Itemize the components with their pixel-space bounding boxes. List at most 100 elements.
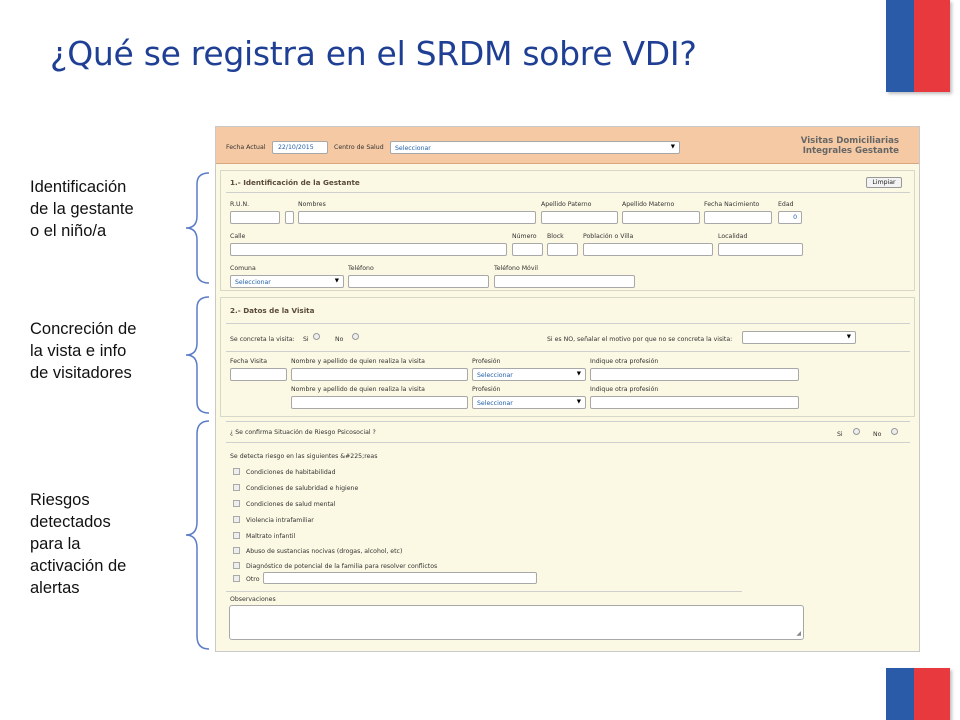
vdi-form: Fecha Actual 22/10/2015 Centro de Salud … xyxy=(215,126,920,652)
telefono-label: Teléfono xyxy=(348,265,374,272)
section2-title: 2.- Datos de la Visita xyxy=(230,306,315,315)
chevron-down-icon: ▼ xyxy=(576,399,581,405)
edad-label: Edad xyxy=(778,201,794,208)
flag-decoration-top xyxy=(886,0,950,92)
motivo-select[interactable]: ▼ xyxy=(742,331,856,344)
edad-input[interactable]: 0 xyxy=(778,211,802,224)
apellido-paterno-label: Apellido Paterno xyxy=(541,201,592,208)
riesgo-otro-input[interactable] xyxy=(263,572,537,584)
confirma-si-label: Si xyxy=(837,431,843,438)
flag-decoration-bottom xyxy=(886,668,950,720)
run-input[interactable] xyxy=(230,211,280,224)
riesgo-maltrato-checkbox[interactable] xyxy=(233,532,240,539)
telefono-input[interactable] xyxy=(348,275,489,288)
block-input[interactable] xyxy=(547,243,578,256)
brace-concrecion xyxy=(183,296,213,414)
form-header: Fecha Actual 22/10/2015 Centro de Salud … xyxy=(216,127,919,164)
nombres-input[interactable] xyxy=(298,211,536,224)
visitador-1-input[interactable] xyxy=(291,368,468,381)
localidad-label: Localidad xyxy=(718,233,748,240)
visitador-2-input[interactable] xyxy=(291,396,468,409)
riesgo-salubridad-label: Condiciones de salubridad e higiene xyxy=(246,485,359,492)
label-identificacion: Identificación de la gestante o el niño/… xyxy=(30,178,134,240)
slide-title: ¿Qué se registra en el SRDM sobre VDI? xyxy=(50,34,697,73)
concreta-no-label: No xyxy=(335,336,344,343)
block-label: Block xyxy=(547,233,564,240)
telefono-movil-label: Teléfono Móvil xyxy=(494,265,538,272)
chevron-down-icon: ▼ xyxy=(846,334,851,340)
motivo-label: Si es NO, señalar el motivo por que no s… xyxy=(547,336,733,343)
section-identificacion xyxy=(220,170,915,291)
chevron-down-icon: ▼ xyxy=(670,144,675,150)
poblacion-label: Población o Villa xyxy=(583,233,634,240)
label-riesgos: Riesgos detectados para la activación de… xyxy=(30,491,127,597)
concreta-visita-label: Se concreta la visita: xyxy=(230,336,295,343)
comuna-select[interactable]: Seleccionar ▼ xyxy=(230,275,344,288)
riesgo-diagnostico-checkbox[interactable] xyxy=(233,562,240,569)
numero-label: Número xyxy=(512,233,537,240)
run-dv-input[interactable] xyxy=(285,211,294,224)
riesgo-otro-label: Otro xyxy=(246,576,260,583)
profesion-1-label: Profesión xyxy=(472,358,501,365)
limpiar-button[interactable]: Limpiar xyxy=(866,177,902,188)
riesgo-otro-checkbox[interactable] xyxy=(233,575,240,582)
riesgo-violencia-checkbox[interactable] xyxy=(233,516,240,523)
centro-salud-select[interactable]: Seleccionar ▼ xyxy=(390,141,680,154)
calle-input[interactable] xyxy=(230,243,507,256)
detecta-riesgo-label: Se detecta riesgo en las siguientes &#22… xyxy=(230,453,378,460)
chevron-down-icon: ▼ xyxy=(576,371,581,377)
apellido-paterno-input[interactable] xyxy=(541,211,618,224)
riesgo-habitabilidad-checkbox[interactable] xyxy=(233,468,240,475)
riesgo-diagnostico-label: Diagnóstico de potencial de la familia p… xyxy=(246,563,438,570)
fecha-actual-input[interactable]: 22/10/2015 xyxy=(272,141,328,154)
riesgo-sustancias-label: Abuso de sustancias nocivas (drogas, alc… xyxy=(246,548,403,555)
riesgo-sustancias-checkbox[interactable] xyxy=(233,547,240,554)
telefono-movil-input[interactable] xyxy=(494,275,635,288)
riesgo-salud-mental-checkbox[interactable] xyxy=(233,500,240,507)
visitador-2-label: Nombre y apellido de quien realiza la vi… xyxy=(291,386,425,393)
riesgo-salud-mental-label: Condiciones de salud mental xyxy=(246,501,336,508)
numero-input[interactable] xyxy=(512,243,543,256)
fecha-nacimiento-input[interactable] xyxy=(704,211,772,224)
chevron-down-icon: ▼ xyxy=(334,278,339,284)
calle-label: Calle xyxy=(230,233,246,240)
otra-profesion-2-input[interactable] xyxy=(590,396,799,409)
confirma-no-radio[interactable] xyxy=(891,428,898,435)
otra-profesion-1-input[interactable] xyxy=(590,368,799,381)
profesion-2-label: Profesión xyxy=(472,386,501,393)
fecha-visita-label: Fecha Visita xyxy=(230,358,268,365)
confirma-si-radio[interactable] xyxy=(853,428,860,435)
nombres-label: Nombres xyxy=(298,201,326,208)
riesgo-maltrato-label: Maltrato infantil xyxy=(246,533,296,540)
visitador-1-label: Nombre y apellido de quien realiza la vi… xyxy=(291,358,425,365)
section1-title: 1.- Identificación de la Gestante xyxy=(230,178,360,187)
concreta-no-radio[interactable] xyxy=(352,333,359,340)
concreta-si-radio[interactable] xyxy=(313,333,320,340)
resize-grip-icon[interactable]: ◢ xyxy=(796,630,801,637)
apellido-materno-input[interactable] xyxy=(622,211,700,224)
localidad-input[interactable] xyxy=(718,243,803,256)
observaciones-textarea[interactable]: ◢ xyxy=(229,605,804,640)
profesion-1-select[interactable]: Seleccionar ▼ xyxy=(472,368,586,381)
brace-identificacion xyxy=(183,172,213,284)
fecha-nacimiento-label: Fecha Nacimiento xyxy=(704,201,760,208)
confirma-no-label: No xyxy=(873,431,882,438)
fecha-visita-input[interactable] xyxy=(230,368,287,381)
run-label: R.U.N. xyxy=(230,201,250,208)
brace-riesgos xyxy=(183,420,213,650)
riesgo-violencia-label: Violencia intrafamiliar xyxy=(246,517,314,524)
label-concrecion: Concreción de la vista e info de visitad… xyxy=(30,320,137,382)
comuna-label: Comuna xyxy=(230,265,256,272)
profesion-2-select[interactable]: Seleccionar ▼ xyxy=(472,396,586,409)
otra-profesion-1-label: Indique otra profesión xyxy=(590,358,659,365)
form-title: Visitas Domiciliarias Integrales Gestant… xyxy=(800,136,899,156)
concreta-si-label: Si xyxy=(303,336,309,343)
fecha-actual-label: Fecha Actual xyxy=(226,144,266,151)
riesgo-salubridad-checkbox[interactable] xyxy=(233,484,240,491)
centro-salud-label: Centro de Salud xyxy=(334,144,384,151)
observaciones-label: Observaciones xyxy=(230,596,276,603)
otra-profesion-2-label: Indique otra profesión xyxy=(590,386,659,393)
confirma-riesgo-label: ¿ Se confirma Situación de Riesgo Psicos… xyxy=(230,429,376,436)
apellido-materno-label: Apellido Materno xyxy=(622,201,675,208)
poblacion-input[interactable] xyxy=(583,243,713,256)
